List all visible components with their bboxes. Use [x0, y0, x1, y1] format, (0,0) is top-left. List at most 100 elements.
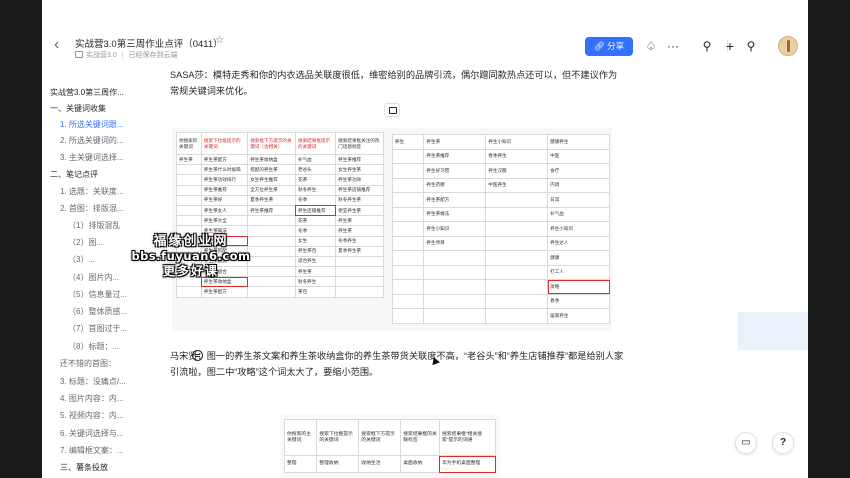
table-cell: 养生小知识 [485, 134, 549, 150]
screenshot-image-2[interactable]: 你搜索的主关键词 搜索下拉框提示的关键词 搜索框下方提示的关键词 搜索结果框的关联标签… [280, 415, 500, 478]
bell-icon[interactable]: ♤ [644, 38, 658, 54]
table-cell [176, 194, 202, 206]
toc-item[interactable]: 还不错的首图： [60, 359, 116, 369]
breadcrumb-space[interactable]: 实战营3.0 [86, 52, 117, 59]
table-cell: 健康养生 [547, 134, 610, 150]
table-row: 居家养生 [391, 308, 610, 324]
table-cell [335, 266, 384, 278]
table-cell [423, 250, 487, 266]
comment-icon[interactable] [384, 103, 400, 117]
table-cell: 养生小知识 [423, 221, 487, 237]
table-cell: 全方位养生茶 [247, 184, 296, 196]
toc-item[interactable]: （1）排版混乱 [68, 221, 120, 231]
table-cell: 养生茶大全 [200, 215, 249, 227]
table-row: 养生 养生茶 养生小知识 健康养生 [391, 134, 610, 150]
table-cell: 老谷头 [294, 164, 337, 176]
toc-item[interactable]: 1. 所选关键词跟... [60, 120, 124, 130]
plus-icon[interactable]: + [723, 38, 737, 54]
table-cell: 养生茶店铺推荐 [335, 184, 384, 196]
toc-item[interactable]: （5）信息量过... [68, 290, 127, 300]
table-row: 整理 整理收纳 收纳生活 桌面收纳 华为手机桌面整理 [283, 455, 497, 473]
location-icon[interactable]: ⚲ [744, 38, 758, 54]
toc-item[interactable]: 三、薯条投放 [60, 463, 108, 473]
table-cell: 养生茶配方 [423, 192, 487, 208]
toc-item[interactable]: 2. 所选关键词的... [60, 136, 124, 146]
table-cell: 搜索框下方提示的关键词 [358, 419, 402, 456]
share-button[interactable]: 🔗︎ 分享 [585, 37, 633, 56]
table-cell [485, 235, 549, 251]
table-cell: 食疗 [547, 163, 610, 179]
table-cell: 秋冬养生茶 [335, 194, 384, 206]
table-cell: 养生茶 [176, 153, 202, 166]
table-cell [391, 279, 425, 295]
table-row: 养生茶推荐 春季养生 中医 [391, 148, 610, 164]
table-cell [391, 250, 425, 266]
share-label: 分享 [607, 41, 625, 51]
table-cell: 养生茶推荐 [335, 153, 384, 166]
table-cell: 内调 [547, 177, 610, 193]
table-cell: 养生茶推荐 [423, 148, 487, 164]
table-cell: 养生茶功效排行 [200, 174, 249, 186]
toc-item[interactable]: 实战营3.0第三周作... [50, 88, 124, 98]
table-cell [391, 235, 425, 251]
table-row: 养生茶做法 补气血 [391, 206, 610, 222]
table-cell [391, 163, 425, 179]
table-cell: 养生小知识 [547, 221, 610, 237]
table-cell: 养生茶什么时候喝 [200, 164, 249, 176]
comment-paragraph-2: 马宋贤：图一的养生茶文案和养生茶收纳盒你的养生茶带货关联度不高，“老谷头”和“养… [170, 351, 624, 377]
toc-item[interactable]: （2）图... [68, 238, 103, 248]
table-cell: 女生养生茶 [335, 164, 384, 176]
table-cell: 居家养生 [547, 308, 610, 324]
table-cell [176, 174, 202, 186]
watermark-line-3: 更多好课 [162, 264, 219, 278]
doc-outline-icon[interactable]: ▭ [735, 432, 757, 454]
table-cell: 便宜养生茶 [335, 204, 384, 217]
table-cell: 花茶 [294, 174, 337, 186]
table-cell: 桌面收纳 [400, 455, 440, 473]
more-icon[interactable]: ··· [666, 38, 680, 54]
doc-header: ‹ 实战营3.0第三周作业点评（0411） ☆ 实战营3.0 | 已经保存到云端 🔗… [42, 0, 808, 64]
toc-item[interactable]: 1. 选题：关联度... [60, 187, 124, 197]
table-row: 你搜索的关键词 搜索下拉框提示的关键词 搜索框下方提示的关键词（含相关） 搜索结果框提… [176, 132, 384, 155]
table-cell: 搜索结果框的关联标签 [400, 419, 440, 456]
toc-item[interactable]: 3. 主关键词选择... [60, 153, 124, 163]
table-cell: 女生养生推荐 [247, 174, 296, 186]
toc-item[interactable]: 5. 视频内容：内... [60, 411, 124, 421]
star-icon[interactable]: ☆ [215, 35, 224, 46]
table-cell: 收纳生活 [358, 455, 402, 473]
table-cell: 养生汉服 [485, 163, 549, 179]
avatar[interactable] [778, 36, 798, 56]
table-cell: 养生茶配方 [200, 286, 249, 298]
table-row: 养生茶大全 花茶 养生茶 [176, 215, 384, 227]
table-cell: 花茶 [294, 215, 337, 227]
doc-title[interactable]: 实战营3.0第三周作业点评（0411） [75, 36, 223, 50]
toc-item[interactable]: 2. 首图：排版混... [60, 204, 124, 214]
toc-item[interactable]: （6）整体质感... [68, 307, 127, 317]
screenshot-image-1[interactable]: 你搜索的关键词 搜索下拉框提示的关键词 搜索框下方提示的关键词（含相关） 搜索结果框提… [172, 128, 612, 331]
toc-item[interactable]: 7. 编辑框文案：... [60, 446, 124, 456]
toc-item[interactable]: （3）... [68, 255, 95, 265]
table-row: 养生茶配方 茶包 [176, 286, 384, 298]
table-row: 健康 [391, 250, 610, 266]
toc-item[interactable]: （7）首图过于... [68, 324, 127, 334]
document-window: ‹ 实战营3.0第三周作业点评（0411） ☆ 实战营3.0 | 已经保存到云端 🔗… [42, 0, 808, 478]
table-cell [485, 293, 549, 309]
table-cell: 茶包 [294, 286, 337, 298]
table-row: 养生茶什么时候喝 搭配的养生茶 老谷头 女生养生茶 [176, 164, 384, 176]
table-cell: 养生茶女人 [200, 204, 249, 217]
toc-item[interactable]: 二、笔记点评 [50, 170, 98, 180]
table-cell: 搜索结果框关注的热门话题标签 [335, 132, 384, 155]
toc-item[interactable]: 6. 关键词选择与... [60, 429, 124, 439]
toc-item[interactable]: 4. 图片内容：内... [60, 394, 124, 404]
table-cell: 养生茶推荐 [200, 184, 249, 196]
search-icon[interactable]: ⚲ [700, 38, 714, 54]
table-cell: 健康 [547, 250, 610, 266]
toc-item[interactable]: 一、关键词收集 [50, 104, 106, 114]
help-icon[interactable]: ? [772, 432, 794, 454]
back-icon[interactable]: ‹ [54, 37, 66, 53]
toc-item[interactable]: 3. 标题：没痛点/... [60, 377, 126, 387]
table-cell [391, 177, 425, 193]
toc-item[interactable]: （8）标题：... [68, 342, 119, 352]
table-cell [335, 255, 384, 268]
table-cell: 春季 [547, 293, 610, 309]
